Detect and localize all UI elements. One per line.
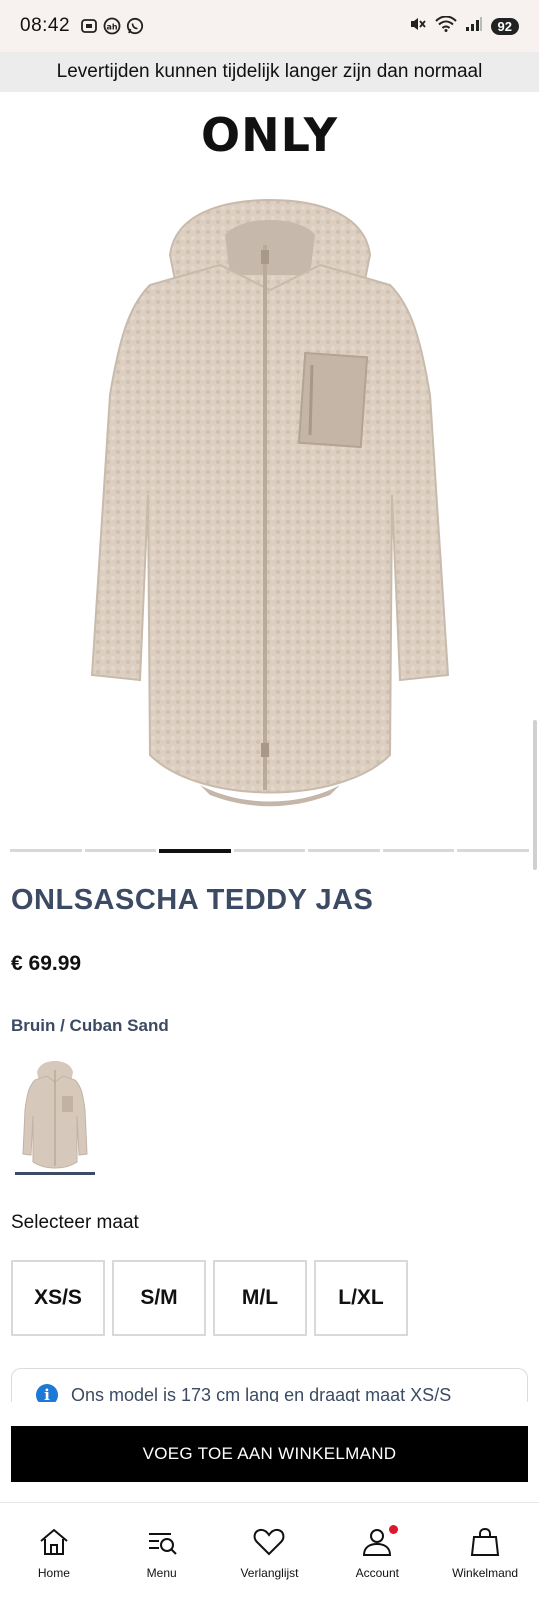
brand-logo[interactable]: ONLY <box>0 108 539 162</box>
nav-item-home[interactable]: Home <box>4 1525 104 1580</box>
nav-item-menu[interactable]: Menu <box>112 1525 212 1580</box>
carousel-dot[interactable] <box>233 849 306 852</box>
svg-text:ah: ah <box>107 23 118 32</box>
size-option-m-l[interactable]: M/L <box>213 1260 307 1336</box>
size-select-label: Selecteer maat <box>11 1212 139 1233</box>
nav-label-menu: Menu <box>146 1566 177 1580</box>
product-price: € 69.99 <box>11 952 82 975</box>
account-notification-dot <box>389 1525 399 1534</box>
color-swatch-thumbnail[interactable] <box>15 1058 95 1176</box>
size-options: XS/S S/M M/L L/XL <box>11 1260 408 1336</box>
carousel-dot[interactable] <box>10 849 82 852</box>
nav-label-home: Home <box>37 1566 70 1580</box>
image-carousel-indicator[interactable] <box>10 849 530 853</box>
carousel-dot[interactable] <box>159 849 231 853</box>
whatsapp-icon <box>126 17 144 35</box>
nav-item-account[interactable]: Account <box>327 1525 427 1580</box>
menu-search-icon <box>148 1533 177 1555</box>
nav-label-cart: Winkelmand <box>452 1566 519 1580</box>
status-icons-right: 92 <box>409 15 519 36</box>
wifi-icon <box>434 15 457 36</box>
carousel-dot[interactable] <box>382 849 455 852</box>
heart-icon <box>254 1528 285 1556</box>
size-option-xs-s[interactable]: XS/S <box>11 1260 105 1336</box>
nav-item-wishlist[interactable]: Verlanglijst <box>219 1525 319 1580</box>
page-scrollbar[interactable] <box>533 720 537 870</box>
carousel-dot[interactable] <box>457 849 530 852</box>
carousel-dot[interactable] <box>308 849 380 852</box>
swatch-selected-underline <box>15 1172 95 1175</box>
delivery-notice-banner: Levertijden kunnen tijdelijk langer zijn… <box>0 52 539 92</box>
screenshot-icon <box>80 17 98 35</box>
mute-icon <box>409 16 427 36</box>
product-image[interactable] <box>80 195 460 825</box>
battery-indicator: 92 <box>490 17 519 35</box>
status-icons-left: ah <box>80 17 144 35</box>
albert-heijn-icon: ah <box>103 17 121 35</box>
banner-text: Levertijden kunnen tijdelijk langer zijn… <box>56 61 483 82</box>
nav-label-wishlist: Verlanglijst <box>240 1566 299 1580</box>
bottom-navigation: Home Menu Verlanglijst Account Winkelman… <box>0 1502 539 1600</box>
product-color: Bruin / Cuban Sand <box>11 1016 169 1035</box>
product-title: ONLSASCHA TEDDY JAS <box>11 884 374 916</box>
add-to-cart-button[interactable]: VOEG TOE AAN WINKELMAND <box>11 1426 528 1482</box>
nav-label-account: Account <box>355 1566 399 1580</box>
nav-item-cart[interactable]: Winkelmand <box>435 1525 535 1580</box>
size-option-l-xl[interactable]: L/XL <box>314 1260 408 1336</box>
status-bar: 08:42 ah 92 <box>0 0 539 52</box>
home-icon <box>40 1528 68 1555</box>
carousel-dot[interactable] <box>84 849 157 852</box>
bag-icon <box>470 1527 500 1556</box>
size-option-s-m[interactable]: S/M <box>112 1260 206 1336</box>
status-time: 08:42 <box>20 15 71 36</box>
signal-icon <box>465 16 483 36</box>
